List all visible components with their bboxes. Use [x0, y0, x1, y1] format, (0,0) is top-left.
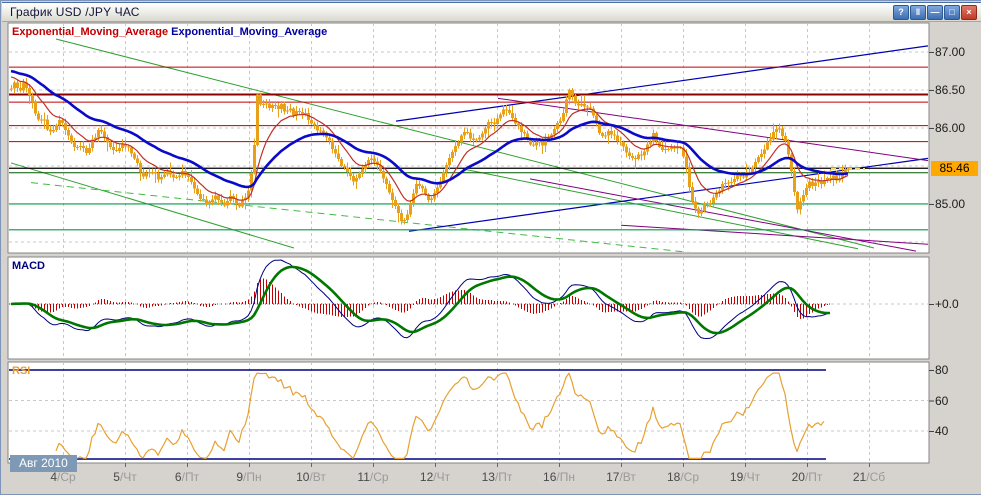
rsi-axis-label: 60 [935, 394, 948, 408]
time-axis-label: 9/Пн [236, 470, 261, 484]
rsi-axis-label: 80 [935, 363, 948, 377]
time-axis-label: 4/Ср [50, 470, 75, 484]
ema-legend-2: Exponential_Moving_Average [171, 26, 327, 38]
time-axis-label: 19/Чт [730, 470, 760, 484]
time-axis-label: 5/Чт [113, 470, 137, 484]
time-axis-label: 20/Пт [792, 470, 823, 484]
price-axis-label: 85.00 [935, 197, 965, 211]
price-axis-label: 86.00 [935, 121, 965, 135]
time-axis-label: 12/Чт [420, 470, 450, 484]
time-axis-label: 16/Пн [543, 470, 575, 484]
time-axis-label: 13/Пт [482, 470, 513, 484]
time-axis-label: 10/Вт [296, 470, 326, 484]
time-axis-label: 21/Сб [853, 470, 885, 484]
rsi-axis-label: 40 [935, 424, 948, 438]
rsi-panel-label: RSI [12, 365, 30, 377]
macd-zero-label: +0.0 [935, 297, 959, 311]
chart-window: График USD /JPY ЧАС ? ‖ — □ × Exponentia… [0, 0, 981, 495]
time-axis-label: 6/Пт [175, 470, 199, 484]
price-axis-label: 87.00 [935, 45, 965, 59]
time-axis-label: 17/Вт [606, 470, 636, 484]
chart-canvas[interactable] [1, 1, 981, 494]
macd-panel-label: MACD [12, 260, 45, 272]
current-price-tag: 85.46 [931, 161, 978, 176]
price-axis-label: 86.50 [935, 83, 965, 97]
ema-legend-1: Exponential_Moving_Average [12, 26, 168, 38]
indicator-legend: Exponential_Moving_Average Exponential_M… [12, 26, 327, 38]
time-axis-label: 18/Ср [667, 470, 699, 484]
time-axis-label: 11/Ср [357, 470, 388, 484]
